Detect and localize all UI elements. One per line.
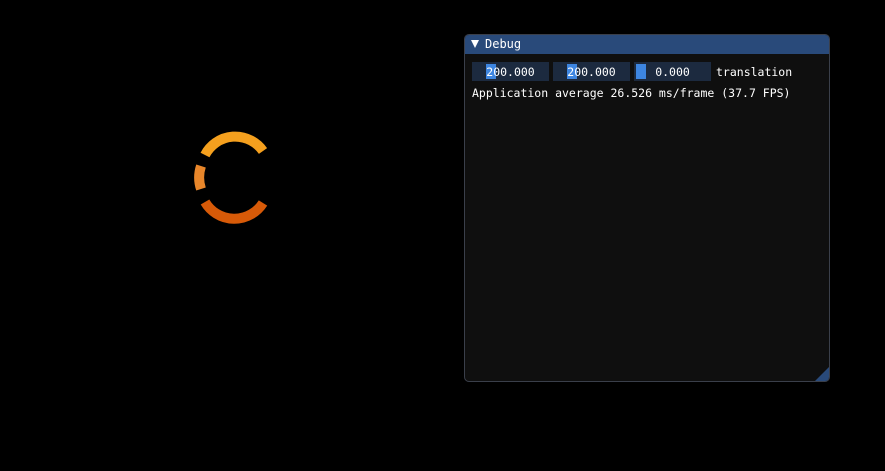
translation-x-value: 200.000 [486, 64, 535, 79]
debug-window[interactable]: Debug 200.000 200.000 0.000 translation … [464, 34, 830, 382]
ring-arc-bottom [200, 199, 268, 224]
resize-grip-icon[interactable] [815, 367, 829, 381]
slider-grab-z[interactable] [636, 64, 646, 79]
ring-arc-left [194, 164, 206, 191]
translation-z-value: 0.000 [655, 64, 690, 79]
window-content: 200.000 200.000 0.000 translation Applic… [465, 54, 829, 109]
window-title-bar[interactable]: Debug [465, 35, 829, 54]
translation-y-drag[interactable]: 200.000 [553, 62, 630, 81]
ring-arc-top [200, 131, 268, 158]
translation-y-value: 200.000 [567, 64, 616, 79]
window-title: Debug [485, 37, 522, 51]
translation-row: 200.000 200.000 0.000 translation [472, 62, 822, 81]
translation-x-drag[interactable]: 200.000 [472, 62, 549, 81]
loading-ring-graphic [194, 131, 268, 224]
translation-label: translation [716, 64, 793, 79]
triangle-down-icon[interactable] [471, 40, 479, 48]
translation-z-drag[interactable]: 0.000 [634, 62, 711, 81]
fps-status-text: Application average 26.526 ms/frame (37.… [472, 86, 791, 100]
